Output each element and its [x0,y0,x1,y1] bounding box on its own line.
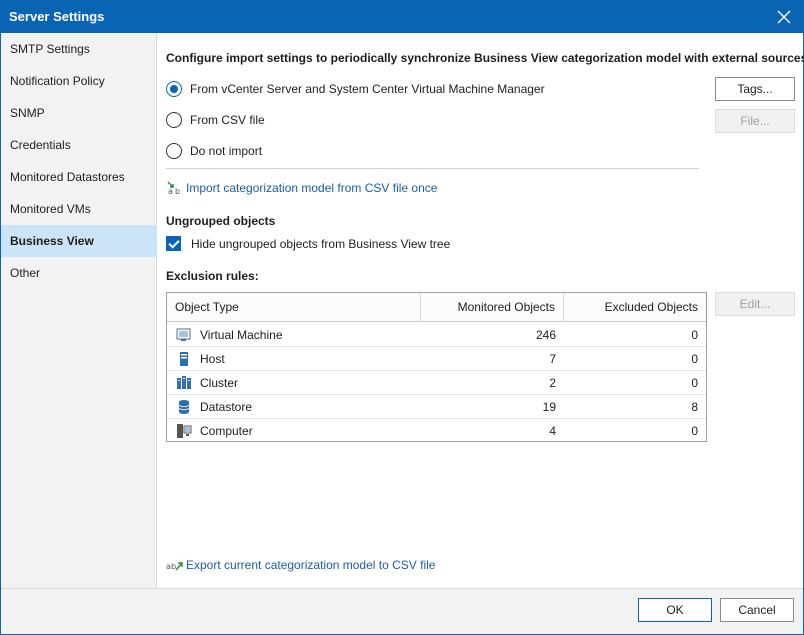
hide-ungrouped-label: Hide ungrouped objects from Business Vie… [191,236,451,251]
host-icon [176,351,192,367]
monitored-objects-cell: 4 [549,424,556,438]
business-view-panel: Configure import settings to periodicall… [158,33,804,588]
table-row[interactable]: Computer 4 0 [167,419,706,443]
table-row[interactable]: Cluster 2 0 [167,371,706,395]
sidebar-item-notification-policy[interactable]: Notification Policy [1,65,157,97]
excluded-objects-cell: 0 [691,424,698,438]
radio-label: Do not import [190,144,263,158]
table-row[interactable]: Datastore 19 8 [167,395,706,419]
object-type-cell: Datastore [200,400,253,414]
virtual-machine-icon [176,327,192,343]
ok-button[interactable]: OK [638,598,712,622]
cancel-button[interactable]: Cancel [720,598,794,622]
monitored-objects-cell: 2 [549,376,556,390]
import-icon: a b [166,180,184,196]
svg-text:a: a [168,187,173,196]
radio-import-csv[interactable]: From CSV file [166,111,265,129]
hide-ungrouped-checkbox-row[interactable]: Hide ungrouped objects from Business Vie… [166,236,450,251]
radio-label: From CSV file [190,113,265,127]
exclusion-rules-table: Object Type Monitored Objects Excluded O… [166,292,707,442]
object-type-cell: Host [200,352,225,366]
monitored-objects-cell: 7 [549,352,556,366]
import-link-text[interactable]: Import categorization model from CSV fil… [186,181,437,195]
sidebar-item-snmp[interactable]: SNMP [1,97,157,129]
title-bar: Server Settings [1,1,803,33]
excluded-objects-cell: 8 [691,400,698,414]
radio-button[interactable] [166,112,182,128]
radio-label: From vCenter Server and System Center Vi… [190,82,545,96]
radio-import-vcenter[interactable]: From vCenter Server and System Center Vi… [166,80,545,98]
table-header: Object Type Monitored Objects Excluded O… [167,293,706,322]
ungrouped-objects-heading: Ungrouped objects [166,214,276,228]
import-settings-heading: Configure import settings to periodicall… [166,51,804,65]
radio-do-not-import[interactable]: Do not import [166,142,262,160]
excluded-objects-cell: 0 [691,352,698,366]
export-csv-link[interactable]: a b Export current categorization model … [166,557,435,573]
sidebar-item-business-view[interactable]: Business View [1,225,157,257]
monitored-objects-cell: 246 [535,328,556,342]
tags-button[interactable]: Tags... [715,77,795,101]
object-type-cell: Computer [200,424,253,438]
window-title: Server Settings [9,9,105,24]
settings-sidebar: SMTP Settings Notification Policy SNMP C… [1,33,157,588]
sidebar-item-monitored-vms[interactable]: Monitored VMs [1,193,157,225]
computer-icon [176,423,192,439]
object-type-cell: Virtual Machine [200,328,283,342]
object-type-cell: Cluster [200,376,239,390]
sidebar-item-monitored-datastores[interactable]: Monitored Datastores [1,161,157,193]
radio-button[interactable] [166,143,182,159]
table-row[interactable]: Virtual Machine 246 0 [167,323,706,347]
column-header-object-type[interactable]: Object Type [167,293,421,322]
edit-button[interactable]: Edit... [715,292,795,316]
import-csv-once-link[interactable]: a b Import categorization model from CSV… [166,180,437,196]
monitored-objects-cell: 19 [542,400,556,414]
file-button[interactable]: File... [715,109,795,133]
datastore-icon [176,399,192,415]
excluded-objects-cell: 0 [691,376,698,390]
column-header-monitored-objects[interactable]: Monitored Objects [421,293,564,322]
hide-ungrouped-checkbox[interactable] [166,236,181,251]
server-settings-window: Server Settings SMTP Settings Notificati… [0,0,804,635]
svg-text:b: b [171,562,176,571]
svg-text:b: b [175,187,180,196]
export-icon: a b [166,557,184,573]
export-link-text[interactable]: Export current categorization model to C… [186,558,435,572]
column-header-excluded-objects[interactable]: Excluded Objects [564,293,706,322]
exclusion-rules-heading: Exclusion rules: [166,269,259,283]
dialog-footer: OK Cancel [1,588,803,634]
radio-button-selected[interactable] [166,81,182,97]
sidebar-item-other[interactable]: Other [1,257,157,289]
close-icon[interactable] [777,10,791,24]
sidebar-item-credentials[interactable]: Credentials [1,129,157,161]
excluded-objects-cell: 0 [691,328,698,342]
cluster-icon [176,375,192,391]
sidebar-item-smtp-settings[interactable]: SMTP Settings [1,33,157,65]
divider [166,168,699,169]
table-row[interactable]: Host 7 0 [167,347,706,371]
